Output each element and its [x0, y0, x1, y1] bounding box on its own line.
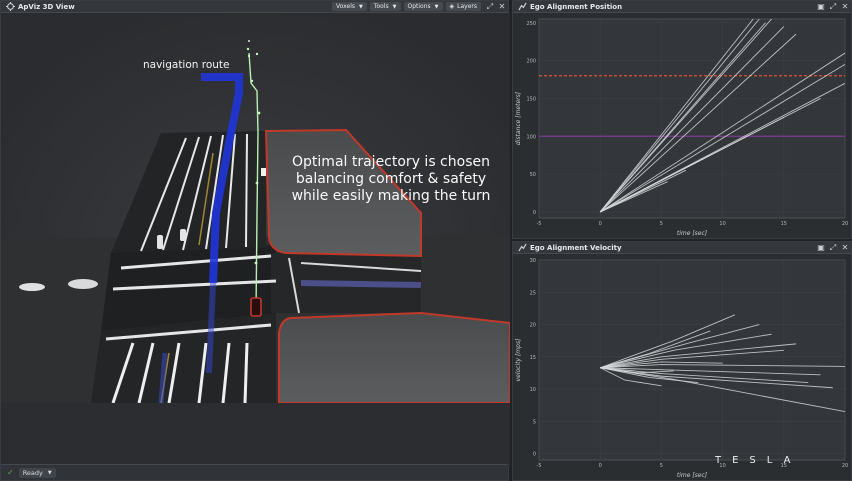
velocity-x-tick-label: 5 [660, 463, 663, 469]
velocity-chart[interactable]: -5 0 5 10 15 20051015202530time [sec]velocity… [513, 254, 851, 480]
position-x-tick-label: 20 [842, 221, 848, 227]
caption-line-3: while easily making the turn [291, 188, 491, 204]
apviz-3d-view-panel: ApViz 3D View Voxels ▼ Tools ▼ Options ▼ ◈ L… [0, 0, 511, 481]
status-text: Ready [22, 468, 43, 477]
position-x-tick-label: -5 [537, 221, 542, 227]
position-close-icon[interactable]: ✕ [839, 2, 851, 12]
position-chart[interactable]: -5 0 5 10 15 20050100150200250time [sec]dista… [513, 13, 851, 238]
ego-vehicle [250, 297, 262, 317]
parked-car-1 [19, 283, 45, 291]
status-bar: ✓ Ready ▼ [1, 464, 508, 480]
position-y-tick-label: 150 [526, 96, 536, 102]
trajectory-caption: Optimal trajectory is chosen balancing c… [271, 154, 511, 205]
check-icon: ✓ [7, 468, 14, 477]
position-title: Ego Alignment Position [530, 2, 623, 11]
view3d-title: ApViz 3D View [18, 2, 75, 11]
view3d-panel-icon [5, 2, 15, 12]
velocity-y-tick-label: 20 [530, 323, 536, 329]
tesla-watermark: TESLA [715, 455, 802, 466]
voxels-label: Voxels [336, 3, 355, 10]
caption-line-2: balancing comfort & safety [295, 171, 487, 187]
position-x-axis-label: time [sec] [677, 230, 708, 237]
layers-menu-button[interactable]: ◈ Layers [445, 2, 481, 11]
velocity-y-axis-label: velocity [mps] [515, 338, 522, 381]
velocity-y-tick-label: 25 [530, 290, 536, 296]
southeast-block [278, 311, 510, 404]
velocity-close-icon[interactable]: ✕ [839, 243, 851, 253]
position-x-tick-label: 15 [781, 221, 787, 227]
ego-alignment-position-panel: Ego Alignment Position ▣ ⤢ ✕ -5 0 5 10 15 20 0… [512, 0, 852, 239]
velocity-y-tick-label: 0 [533, 452, 536, 458]
options-chevron-down-icon: ▼ [434, 3, 439, 10]
layers-label: Layers [457, 3, 477, 10]
caption-line-1: Optimal trajectory is chosen [292, 154, 490, 170]
oncoming-car-1 [157, 235, 163, 249]
position-y-tick-label: 200 [526, 59, 536, 65]
velocity-y-tick-label: 30 [530, 258, 536, 264]
velocity-plot-icon [517, 243, 527, 253]
velocity-x-tick-label: 0 [599, 463, 602, 469]
position-y-axis-label: distance [meters] [515, 91, 522, 145]
parked-car-2 [68, 279, 98, 289]
velocity-titlebar: Ego Alignment Velocity ▣ ⤢ ✕ [513, 242, 851, 254]
traffic-light [261, 168, 266, 176]
position-maximize-icon[interactable]: ⤢ [827, 2, 839, 12]
velocity-settings-icon[interactable]: ▣ [815, 243, 827, 253]
view3d-titlebar: ApViz 3D View Voxels ▼ Tools ▼ Options ▼ ◈ L… [1, 1, 508, 13]
voxels-menu-button[interactable]: Voxels ▼ [332, 2, 367, 11]
position-y-tick-label: 100 [526, 134, 536, 140]
layers-icon: ◈ [449, 3, 455, 10]
velocity-y-tick-label: 15 [530, 355, 536, 361]
status-dropdown[interactable]: Ready ▼ [18, 467, 56, 478]
scene-foreground [1, 403, 510, 466]
position-x-tick-label: 5 [660, 221, 663, 227]
position-settings-icon[interactable]: ▣ [815, 2, 827, 12]
position-x-tick-label: 10 [719, 221, 725, 227]
navigation-route-label: navigation route [143, 59, 230, 71]
east-lane-highlight [300, 280, 422, 288]
tools-chevron-down-icon: ▼ [392, 3, 397, 10]
options-label: Options [407, 3, 431, 10]
position-y-tick-label: 250 [526, 21, 536, 27]
position-y-tick-label: 50 [530, 172, 536, 178]
velocity-title: Ego Alignment Velocity [530, 243, 622, 252]
velocity-maximize-icon[interactable]: ⤢ [827, 243, 839, 253]
velocity-x-tick-label: 20 [842, 463, 848, 469]
position-titlebar: Ego Alignment Position ▣ ⤢ ✕ [513, 1, 851, 13]
position-plot-icon [517, 2, 527, 12]
scene-view[interactable] [1, 13, 510, 466]
close-icon[interactable]: ✕ [496, 2, 508, 12]
voxels-chevron-down-icon: ▼ [359, 3, 363, 10]
tools-label: Tools [373, 3, 389, 10]
position-plot-area [538, 18, 846, 219]
position-x-tick-label: 0 [599, 221, 602, 227]
ego-alignment-velocity-panel: Ego Alignment Velocity ▣ ⤢ ✕ -5 0 5 10 15 20 0… [512, 241, 852, 481]
velocity-y-tick-label: 5 [533, 419, 536, 425]
maximize-icon[interactable]: ⤢ [484, 2, 496, 12]
position-y-tick-label: 0 [533, 210, 536, 216]
tools-menu-button[interactable]: Tools ▼ [369, 2, 401, 11]
velocity-x-axis-label: time [sec] [677, 472, 708, 479]
velocity-y-tick-label: 10 [530, 387, 536, 393]
velocity-x-tick-label: -5 [537, 463, 542, 469]
status-chevron-down-icon: ▼ [47, 469, 52, 476]
options-menu-button[interactable]: Options ▼ [403, 2, 443, 11]
velocity-plot-area [538, 259, 846, 461]
oncoming-car-2 [180, 229, 186, 241]
navigation-route-trail [206, 282, 216, 374]
